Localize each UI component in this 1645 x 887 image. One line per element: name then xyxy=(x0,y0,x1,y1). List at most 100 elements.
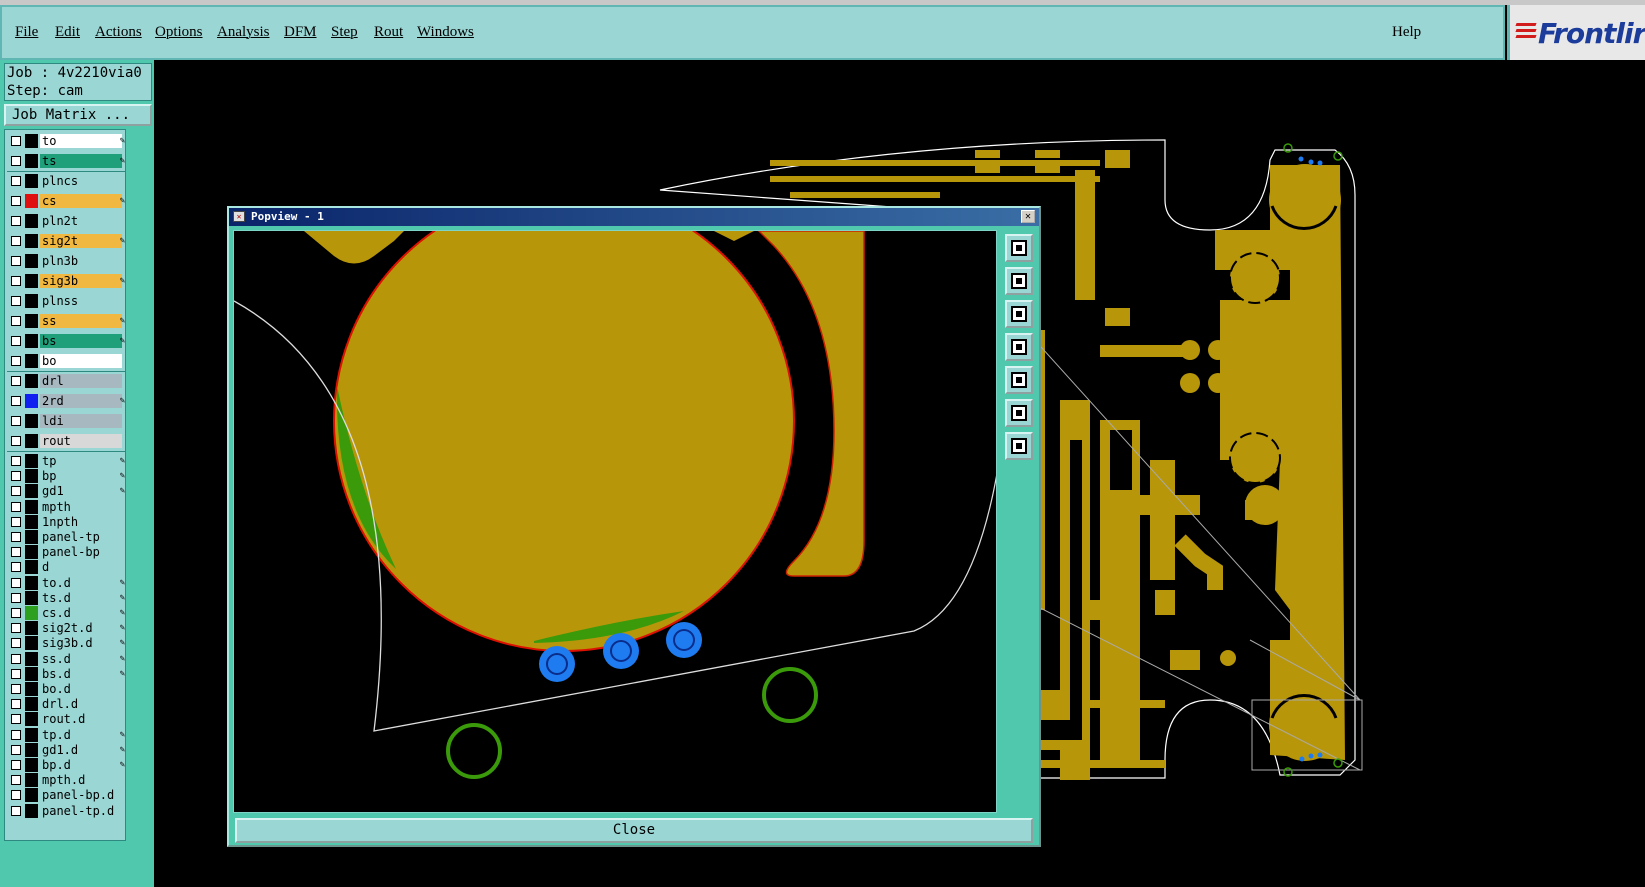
layer-name[interactable]: cs xyxy=(40,194,122,208)
layer-color-swatch[interactable] xyxy=(25,590,38,605)
layer-checkbox[interactable] xyxy=(11,156,21,166)
popview-titlebar[interactable]: ✕ Popview - 1 ✕ xyxy=(229,208,1039,226)
layer-name[interactable]: tp xyxy=(40,454,122,468)
layer-color-swatch[interactable] xyxy=(25,414,38,428)
layer-row-to[interactable]: to ✎ xyxy=(5,134,127,148)
layer-name[interactable]: ldi xyxy=(40,414,122,428)
layer-color-swatch[interactable] xyxy=(25,560,38,575)
layer-color-swatch[interactable] xyxy=(25,621,38,636)
layer-color-swatch[interactable] xyxy=(25,697,38,712)
layer-name[interactable]: sig2t xyxy=(40,234,122,248)
layer-name[interactable]: mpth.d xyxy=(40,773,122,788)
pan-right-icon[interactable] xyxy=(1005,366,1033,394)
layer-name[interactable]: bp xyxy=(40,469,122,484)
menu-analysis[interactable]: Analysis xyxy=(217,24,270,41)
menu-actions[interactable]: Actions xyxy=(95,24,142,41)
layer-color-swatch[interactable] xyxy=(25,651,38,666)
layer-row-ss-d[interactable]: ss.d ✎ xyxy=(5,651,127,666)
layer-checkbox[interactable] xyxy=(11,456,21,466)
layer-row-panel-tp-d[interactable]: panel-tp.d xyxy=(5,803,127,818)
layer-checkbox[interactable] xyxy=(11,296,21,306)
layer-color-swatch[interactable] xyxy=(25,194,38,208)
layer-checkbox[interactable] xyxy=(11,729,21,740)
layer-row-rout-d[interactable]: rout.d xyxy=(5,712,127,727)
layer-checkbox[interactable] xyxy=(11,532,21,542)
layer-color-swatch[interactable] xyxy=(25,134,38,148)
menu-rout[interactable]: Rout xyxy=(374,24,403,41)
layer-name[interactable]: sig3b.d xyxy=(40,636,122,651)
layer-row-d[interactable]: d xyxy=(5,560,127,575)
layer-checkbox[interactable] xyxy=(11,608,21,618)
layer-checkbox[interactable] xyxy=(11,336,21,346)
layer-name[interactable]: rout xyxy=(40,434,122,448)
layer-color-swatch[interactable] xyxy=(25,334,38,348)
layer-row-bo-d[interactable]: bo.d xyxy=(5,682,127,696)
layer-checkbox[interactable] xyxy=(11,436,21,446)
layer-color-swatch[interactable] xyxy=(25,274,38,288)
layer-color-swatch[interactable] xyxy=(25,636,38,651)
zoom-out-icon[interactable] xyxy=(1005,432,1033,460)
menu-windows[interactable]: Windows xyxy=(417,24,474,41)
layer-name[interactable]: drl xyxy=(40,374,122,388)
layer-checkbox[interactable] xyxy=(11,256,21,266)
layer-color-swatch[interactable] xyxy=(25,434,38,448)
layer-color-swatch[interactable] xyxy=(25,727,38,742)
layer-color-swatch[interactable] xyxy=(25,314,38,328)
layer-checkbox[interactable] xyxy=(11,668,21,679)
layer-row-bp-d[interactable]: bp.d ✎ xyxy=(5,758,127,772)
layer-checkbox[interactable] xyxy=(11,547,21,558)
layer-row-cs[interactable]: cs ✎ xyxy=(5,194,127,208)
layer-name[interactable]: to.d xyxy=(40,575,122,590)
layer-row-bs-d[interactable]: bs.d ✎ xyxy=(5,666,127,681)
layer-name[interactable]: pln2t xyxy=(40,214,122,228)
layer-name[interactable]: gd1 xyxy=(40,484,122,499)
layer-row-gd1[interactable]: gd1 ✎ xyxy=(5,484,127,499)
layer-checkbox[interactable] xyxy=(11,236,21,246)
layer-name[interactable]: bo.d xyxy=(40,682,122,696)
layer-color-swatch[interactable] xyxy=(25,214,38,228)
zoom-home-icon[interactable] xyxy=(1005,234,1033,262)
layer-color-swatch[interactable] xyxy=(25,254,38,268)
layer-row-to-d[interactable]: to.d ✎ xyxy=(5,575,127,590)
layer-checkbox[interactable] xyxy=(11,376,21,386)
layer-row-sig2t[interactable]: sig2t ✎ xyxy=(5,234,127,248)
layer-row-panel-bp[interactable]: panel-bp xyxy=(5,545,127,560)
layer-row-sig3b-d[interactable]: sig3b.d ✎ xyxy=(5,636,127,651)
layer-row-ts[interactable]: ts ✎ xyxy=(5,154,127,168)
layer-row-mpth-d[interactable]: mpth.d xyxy=(5,773,127,788)
layer-checkbox[interactable] xyxy=(11,562,21,573)
layer-color-swatch[interactable] xyxy=(25,469,38,484)
layer-color-swatch[interactable] xyxy=(25,374,38,388)
layer-checkbox[interactable] xyxy=(11,501,21,512)
layer-name[interactable]: drl.d xyxy=(40,697,122,712)
layer-color-swatch[interactable] xyxy=(25,154,38,168)
layer-color-swatch[interactable] xyxy=(25,545,38,560)
layer-name[interactable]: panel-bp xyxy=(40,545,122,560)
layer-color-swatch[interactable] xyxy=(25,712,38,727)
layer-color-swatch[interactable] xyxy=(25,454,38,468)
layer-color-swatch[interactable] xyxy=(25,394,38,408)
layer-checkbox[interactable] xyxy=(11,216,21,226)
layer-row-ts-d[interactable]: ts.d ✎ xyxy=(5,590,127,605)
layer-row-pln2t[interactable]: pln2t xyxy=(5,214,127,228)
layer-row-2rd[interactable]: 2rd ✎ xyxy=(5,394,127,408)
layer-name[interactable]: panel-bp.d xyxy=(40,788,122,803)
layer-row-sig2t-d[interactable]: sig2t.d ✎ xyxy=(5,621,127,636)
layer-checkbox[interactable] xyxy=(11,623,21,634)
layer-checkbox[interactable] xyxy=(11,775,21,786)
layer-checkbox[interactable] xyxy=(11,805,21,816)
layer-name[interactable]: d xyxy=(40,560,122,575)
layer-name[interactable]: panel-tp xyxy=(40,530,122,544)
layer-row-tp-d[interactable]: tp.d ✎ xyxy=(5,727,127,742)
layer-name[interactable]: ts.d xyxy=(40,590,122,605)
close-icon[interactable]: ✕ xyxy=(1021,210,1035,223)
layer-checkbox[interactable] xyxy=(11,471,21,482)
layer-checkbox[interactable] xyxy=(11,416,21,426)
layer-name[interactable]: plncs xyxy=(40,174,122,188)
layer-row-drl[interactable]: drl xyxy=(5,374,127,388)
layer-name[interactable]: bo xyxy=(40,354,122,368)
layer-color-swatch[interactable] xyxy=(25,174,38,188)
layer-row-pln3b[interactable]: pln3b xyxy=(5,254,127,268)
layer-row-bs[interactable]: bs ✎ xyxy=(5,334,127,348)
layer-row-bp[interactable]: bp ✎ xyxy=(5,469,127,484)
